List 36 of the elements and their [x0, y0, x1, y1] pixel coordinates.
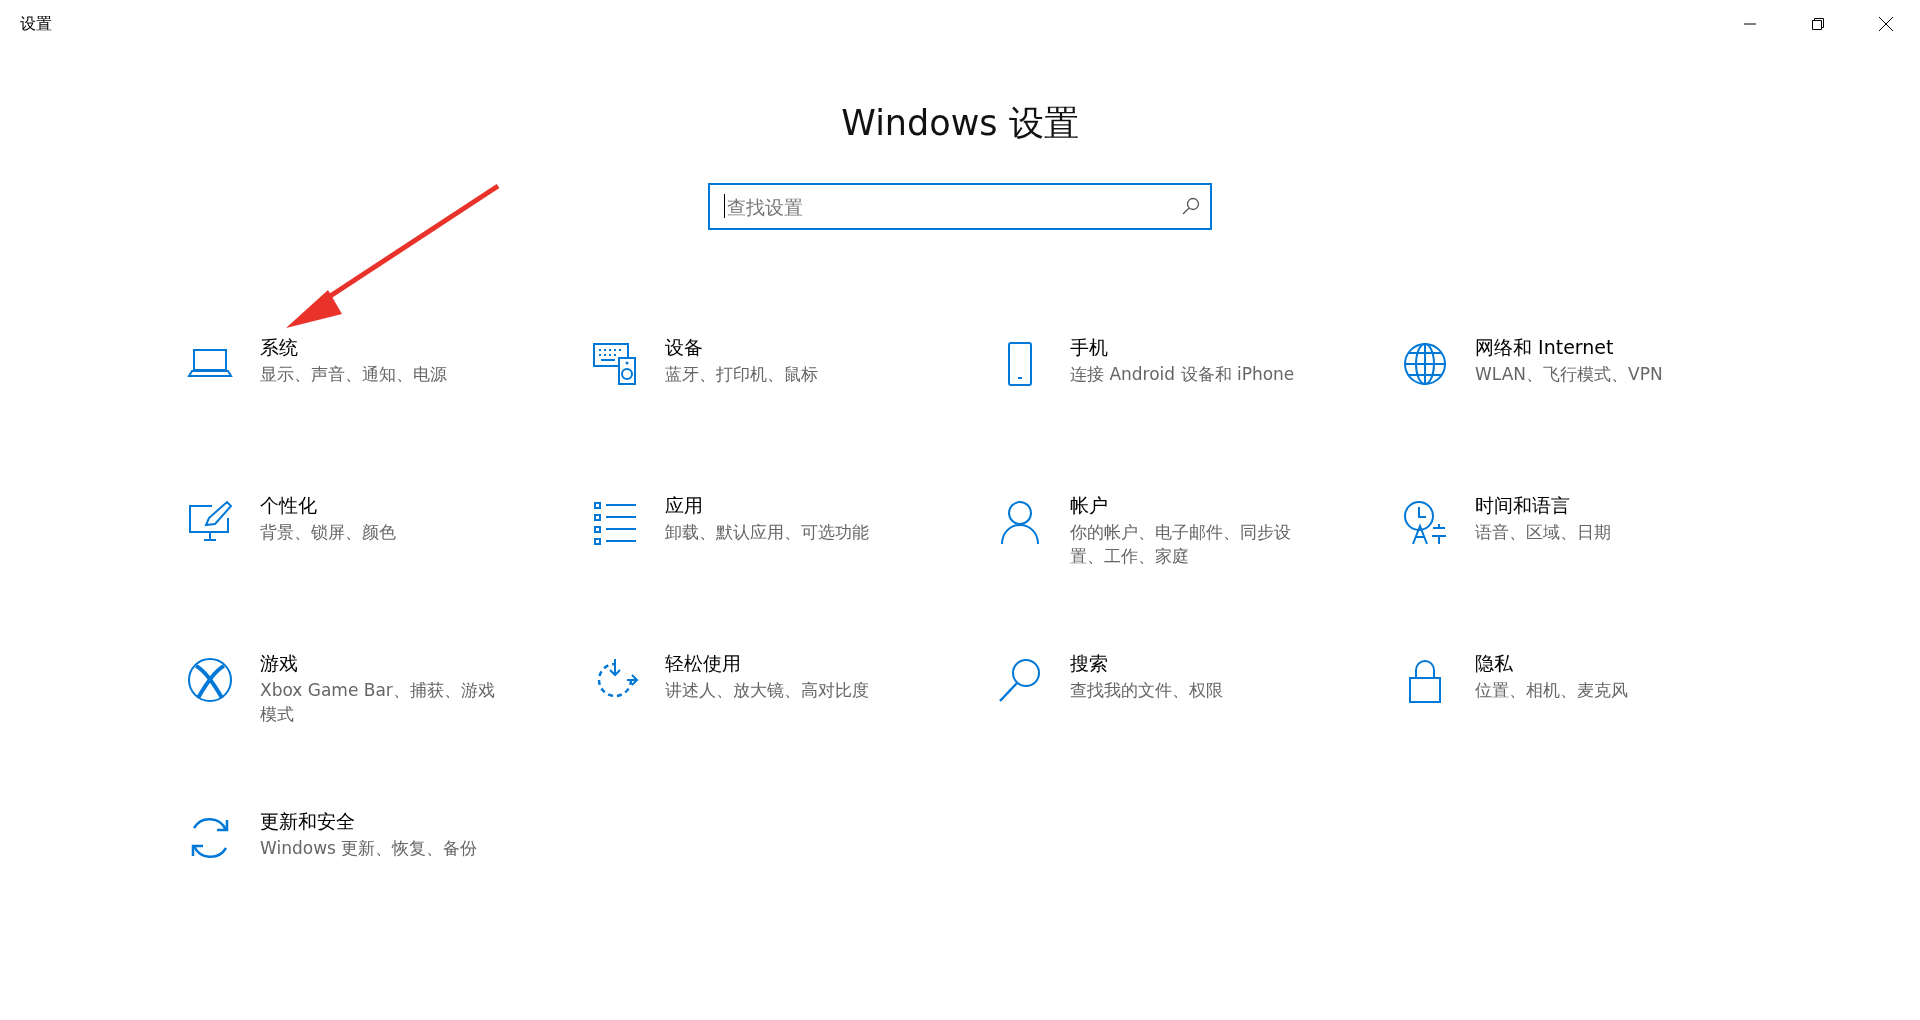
tile-description: WLAN、飞行模式、VPN	[1475, 363, 1664, 386]
tile-description: 讲述人、放大镜、高对比度	[665, 679, 870, 702]
tile-title[interactable]: 帐户	[1070, 492, 1108, 518]
tile-description: Windows 更新、恢复、备份	[260, 837, 479, 860]
tile-description: 连接 Android 设备和 iPhone	[1070, 363, 1296, 386]
tile-title[interactable]: 应用	[665, 492, 703, 518]
tile-description: 你的帐户、电子邮件、同步设置、工作、家庭	[1070, 521, 1292, 568]
tile-title[interactable]: 时间和语言	[1475, 492, 1570, 518]
page-heading: Windows 设置	[840, 102, 1080, 145]
tile-description: 显示、声音、通知、电源	[260, 363, 448, 386]
circle-x-icon	[186, 656, 234, 704]
close-icon	[1878, 16, 1894, 32]
tile-description: 背景、锁屏、颜色	[260, 521, 397, 544]
tile-title[interactable]: 设备	[665, 334, 703, 360]
tile-title[interactable]: 轻松使用	[665, 650, 741, 676]
tile-title[interactable]: 手机	[1070, 334, 1108, 360]
tile-title[interactable]: 个性化	[260, 492, 317, 518]
clock-icon	[1401, 498, 1449, 546]
tile-description: 查找我的文件、权限	[1070, 679, 1224, 702]
tile-title[interactable]: 隐私	[1475, 650, 1513, 676]
tile-description: 语音、区域、日期	[1475, 521, 1612, 544]
globe-icon	[1401, 340, 1449, 388]
tile-title[interactable]: 系统	[260, 334, 298, 360]
tile-title[interactable]: 更新和安全	[260, 808, 355, 834]
tile-description: Xbox Game Bar、捕获、游戏模式	[260, 679, 496, 726]
tile-description: 位置、相机、麦克风	[1475, 679, 1629, 702]
tile-title[interactable]: 搜索	[1070, 650, 1108, 676]
window-title: 设置	[20, 13, 53, 35]
search-field[interactable]: 查找设置	[708, 183, 1212, 230]
restore-icon	[1811, 17, 1825, 31]
tile-title[interactable]: 游戏	[260, 650, 298, 676]
keyboard-speaker-icon	[591, 340, 639, 388]
tile-description: 卸载、默认应用、可选功能	[665, 521, 870, 544]
tile-title[interactable]: 网络和 Internet	[1475, 334, 1614, 360]
search-icon	[1182, 197, 1200, 215]
tile-description: 蓝牙、打印机、鼠标	[665, 363, 819, 386]
